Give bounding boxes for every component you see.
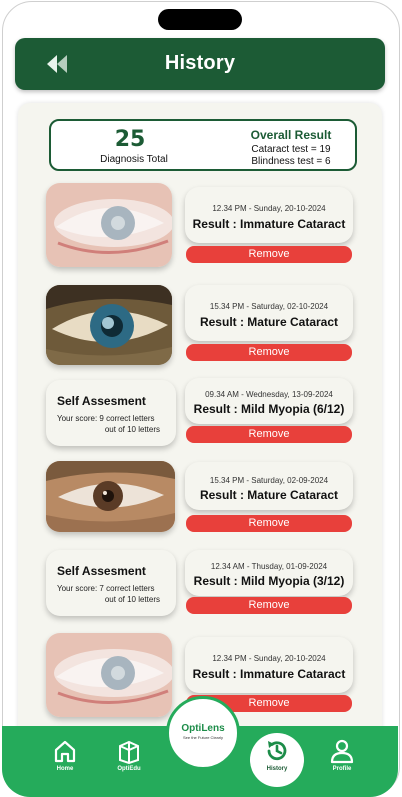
record-datetime: 15.34 PM - Saturday, 02-09-2024 — [209, 476, 329, 485]
record-result: Result : Mild Myopia (3/12) — [193, 574, 345, 588]
profile-icon — [330, 739, 354, 764]
nav-home[interactable]: Home — [35, 738, 95, 772]
eye-photo[interactable] — [46, 461, 175, 532]
remove-button[interactable]: Remove — [186, 246, 352, 263]
record-info: 15.34 PM - Saturday, 02-09-2024 Result :… — [185, 462, 353, 510]
home-icon — [54, 740, 76, 763]
record-datetime: 12.34 PM - Sunday, 20-10-2024 — [212, 654, 326, 663]
optilens-logo[interactable]: OptiLens See the Future Clearly — [166, 696, 240, 770]
remove-button[interactable]: Remove — [186, 597, 352, 614]
app-header: History — [15, 38, 385, 90]
book-icon — [119, 740, 139, 764]
logo-name: OptiLens — [181, 723, 225, 734]
record-datetime: 09.34 AM - Wednesday, 13-09-2024 — [205, 390, 333, 399]
nav-profile-label: Profile — [332, 766, 352, 772]
eye-photo[interactable] — [46, 183, 172, 267]
record-result: Result : Immature Cataract — [192, 217, 346, 231]
pale-eye-photo — [46, 633, 172, 717]
blindness-test-count: Blindness test = 6 — [251, 156, 331, 167]
self-assessment-card[interactable]: Self Assesment Your score: 7 correct let… — [46, 550, 176, 616]
self-assessment-title: Self Assesment — [57, 564, 146, 578]
logo-tagline: See the Future Clearly — [182, 735, 224, 740]
remove-button[interactable]: Remove — [186, 515, 352, 532]
nav-optiedu[interactable]: OptiEdu — [99, 738, 159, 772]
remove-button[interactable]: Remove — [186, 426, 352, 443]
camera-notch — [158, 9, 242, 30]
record-info: 09.34 AM - Wednesday, 13-09-2024 Result … — [185, 378, 353, 424]
record-datetime: 15.34 PM - Saturday, 02-10-2024 — [209, 302, 329, 311]
record-info: 12.34 PM - Sunday, 20-10-2024 Result : I… — [185, 187, 353, 243]
history-icon — [267, 741, 287, 761]
record-result: Result : Mild Myopia (6/12) — [193, 402, 345, 416]
diagnosis-count-label: Diagnosis Total — [100, 154, 168, 165]
overall-result-title: Overall Result — [250, 128, 332, 142]
pale-eye-photo — [46, 183, 172, 267]
score-text: Your score: 7 correct letters — [57, 584, 155, 593]
eye-photo[interactable] — [46, 633, 172, 717]
record-result: Result : Mature Cataract — [199, 488, 339, 502]
score-text: Your score: 9 correct letters — [57, 414, 155, 423]
record-result: Result : Immature Cataract — [192, 667, 346, 681]
remove-button[interactable]: Remove — [186, 344, 352, 361]
blue-eye-photo — [46, 285, 172, 365]
diagnosis-count: 25 — [114, 127, 146, 152]
brown-eye-photo — [46, 461, 175, 532]
record-datetime: 12.34 PM - Sunday, 20-10-2024 — [212, 204, 326, 213]
nav-profile[interactable]: Profile — [312, 738, 372, 772]
page-title: History — [164, 52, 236, 74]
eye-photo[interactable] — [46, 285, 172, 365]
self-assessment-title: Self Assesment — [57, 394, 146, 408]
score-text-total: out of 10 letters — [104, 425, 160, 434]
nav-home-label: Home — [56, 766, 74, 772]
record-info: 12.34 AM - Thusday, 01-09-2024 Result : … — [185, 550, 353, 596]
nav-optiedu-label: OptiEdu — [117, 766, 141, 772]
record-info: 12.34 PM - Sunday, 20-10-2024 Result : I… — [185, 637, 353, 693]
cataract-test-count: Cataract test = 19 — [251, 144, 331, 155]
record-info: 15.34 PM - Saturday, 02-10-2024 Result :… — [185, 285, 353, 341]
score-text-total: out of 10 letters — [104, 595, 160, 604]
summary-card: 25 Diagnosis Total Overall Result Catara… — [49, 119, 357, 171]
nav-history[interactable]: History — [247, 738, 307, 772]
self-assessment-card[interactable]: Self Assesment Your score: 9 correct let… — [46, 380, 176, 446]
record-datetime: 12.34 AM - Thusday, 01-09-2024 — [210, 562, 328, 571]
nav-history-label: History — [266, 766, 288, 772]
record-result: Result : Mature Cataract — [199, 315, 339, 329]
